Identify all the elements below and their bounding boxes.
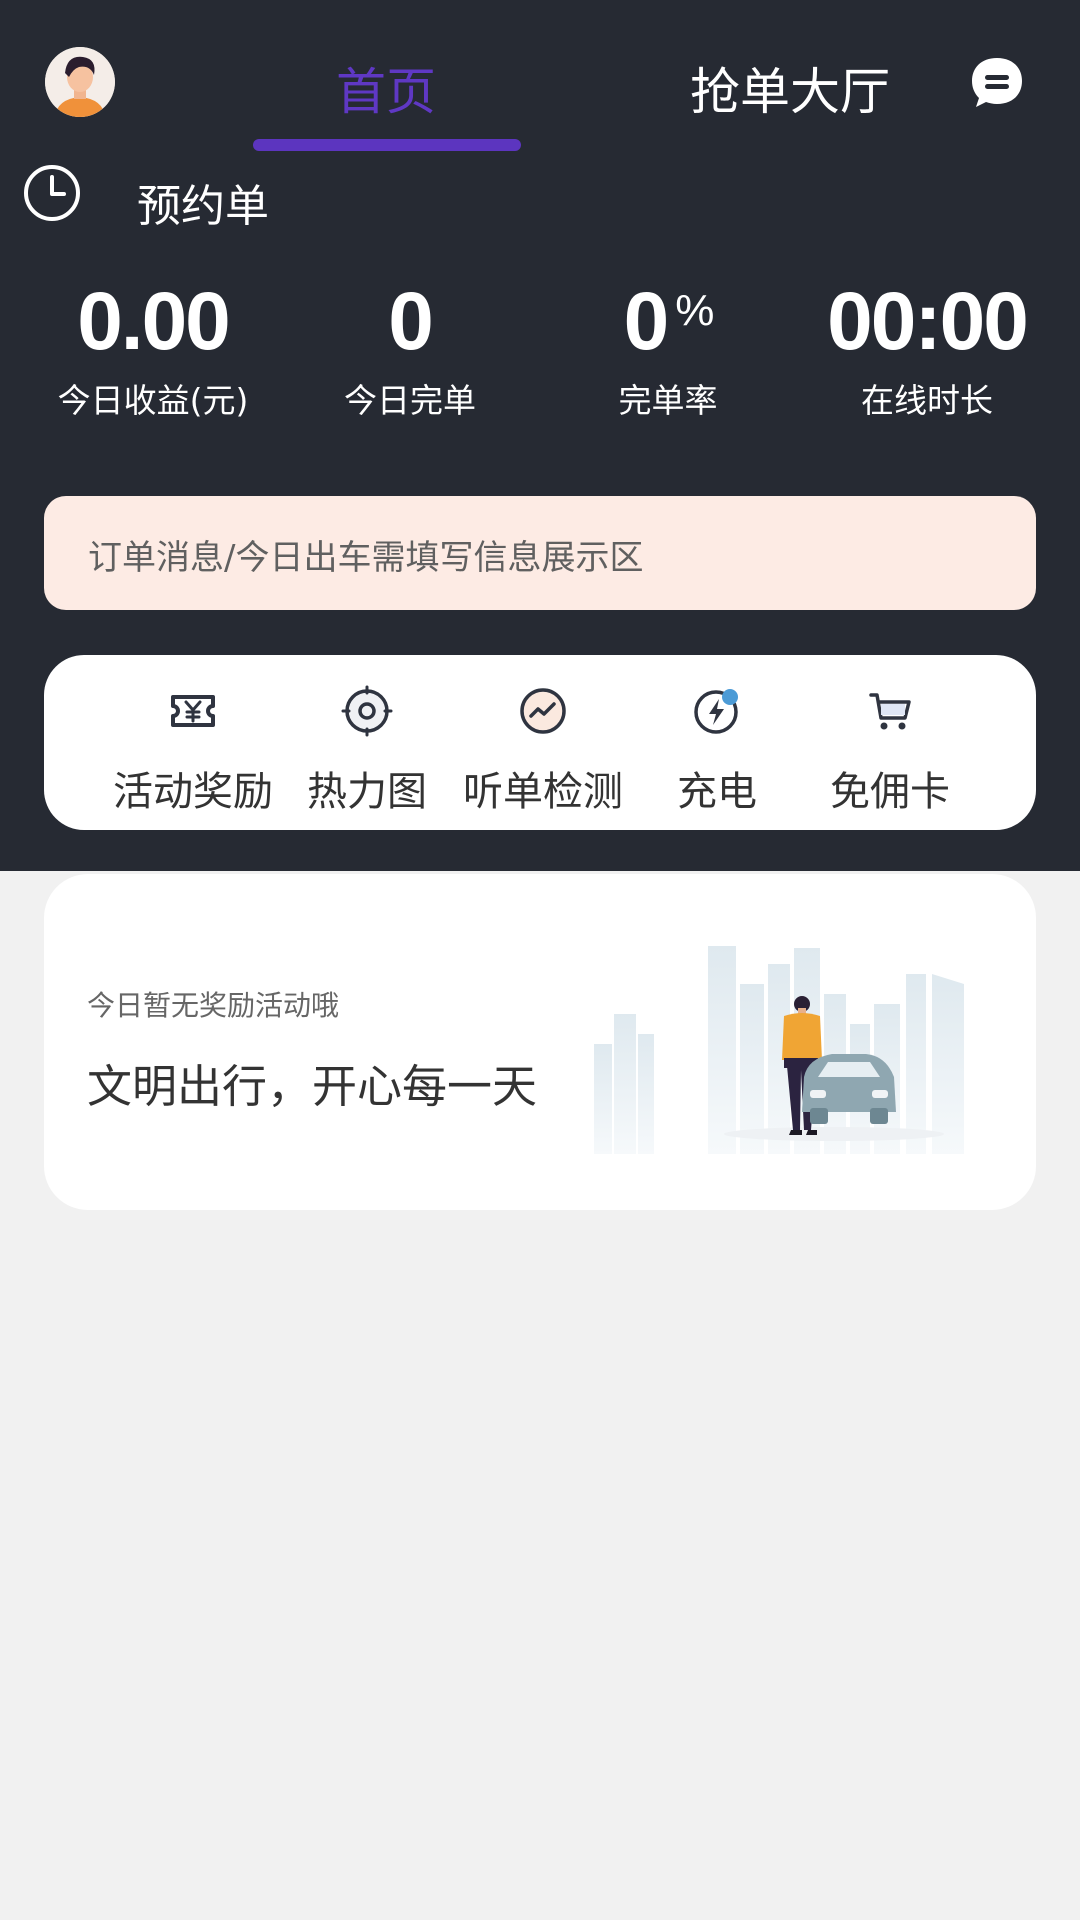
target-icon	[341, 685, 393, 737]
tool-commission-free-card[interactable]: 免佣卡	[800, 685, 980, 817]
city-driver-car-illustration	[594, 946, 964, 1154]
stat-completed: 0 今日完单	[280, 276, 540, 422]
tool-charging[interactable]: 充电	[627, 685, 807, 817]
stat-completion-rate: 0% 完单率	[538, 276, 798, 422]
active-tab-indicator	[253, 139, 521, 151]
tab-home[interactable]: 首页	[336, 52, 436, 124]
shortcut-toolbar: 活动奖励 热力图 听单检测 充电 免佣卡	[44, 655, 1036, 830]
trend-circle-icon	[520, 688, 566, 734]
coupon-yen-icon	[171, 695, 215, 727]
stat-earnings-value: 0.00	[77, 276, 231, 367]
promo-card[interactable]: 今日暂无奖励活动哦 文明出行，开心每一天	[44, 874, 1036, 1210]
cart-icon	[869, 693, 911, 730]
stat-online-time: 00:00 在线时长	[797, 276, 1057, 422]
chat-bubble-icon[interactable]	[968, 54, 1026, 112]
order-notice-banner[interactable]: 订单消息/今日出车需填写信息展示区	[44, 496, 1036, 610]
stat-earnings: 0.00 今日收益(元)	[23, 276, 283, 422]
tool-activity-rewards[interactable]: 活动奖励	[103, 685, 283, 817]
stat-completed-value: 0	[388, 276, 434, 367]
tool-listen-check-label: 听单检测	[463, 769, 623, 815]
avatar[interactable]	[45, 47, 115, 117]
tool-activity-rewards-label: 活动奖励	[113, 769, 273, 815]
driver-avatar-icon	[45, 47, 115, 117]
reservation-label[interactable]: 预约单	[137, 170, 269, 234]
stat-online-label: 在线时长	[861, 381, 993, 420]
promo-title: 文明出行，开心每一天	[87, 1060, 538, 1113]
tool-charging-label: 充电	[677, 769, 757, 815]
stat-rate-label: 完单率	[618, 381, 718, 420]
tool-heatmap[interactable]: 热力图	[277, 685, 457, 817]
stat-rate-value: 0	[623, 276, 670, 367]
tool-heatmap-label: 热力图	[307, 769, 427, 815]
stat-completed-label: 今日完单	[344, 381, 476, 420]
stat-rate-unit: %	[675, 286, 714, 335]
tool-listen-check[interactable]: 听单检测	[453, 685, 633, 817]
clock-icon[interactable]	[22, 163, 82, 223]
notice-text: 订单消息/今日出车需填写信息展示区	[88, 538, 644, 578]
promo-subtitle: 今日暂无奖励活动哦	[87, 989, 340, 1022]
stat-online-value: 00:00	[827, 276, 1029, 367]
tab-order-hall[interactable]: 抢单大厅	[690, 52, 890, 124]
charge-bolt-icon	[694, 689, 738, 734]
stat-earnings-label: 今日收益(元)	[57, 381, 249, 420]
tool-commission-free-card-label: 免佣卡	[830, 769, 950, 815]
